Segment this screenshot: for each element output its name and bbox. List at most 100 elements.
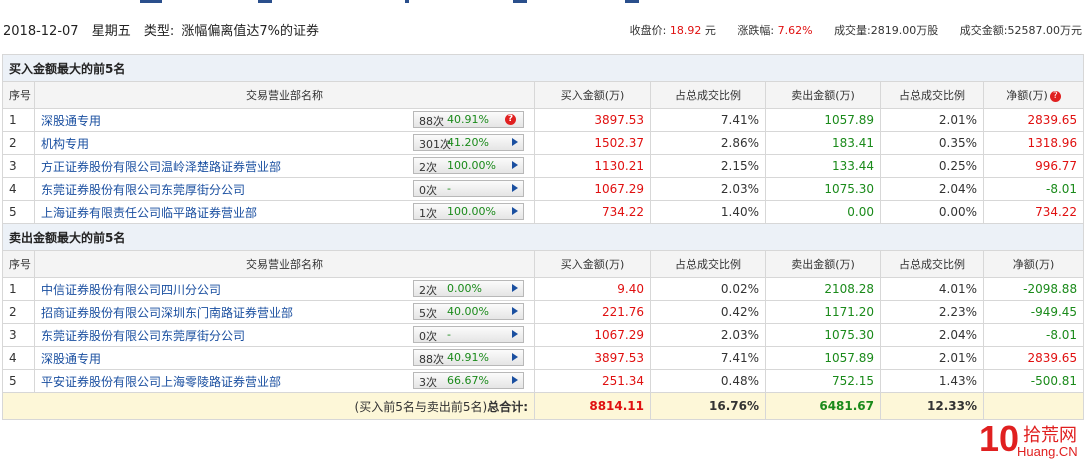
volume-label: 成交量: xyxy=(834,24,871,37)
win-rate: 0.00% xyxy=(447,282,482,295)
column-header: 买入金额(万) xyxy=(534,81,651,109)
broker-stats-badge[interactable]: 88次 40.91% xyxy=(413,349,524,366)
close-price: 收盘价: 18.92 元 xyxy=(630,24,716,37)
column-header: 占总成交比例 xyxy=(650,81,766,109)
broker-name-link[interactable]: 中信证券股份有限公司四川分公司 xyxy=(41,283,221,297)
net-amount: 2839.65 xyxy=(982,108,1085,132)
win-rate: 40.91% xyxy=(447,351,489,364)
close-price-value: 18.92 xyxy=(669,24,702,37)
sell-ratio: 0.00% xyxy=(880,200,984,224)
table-row[interactable]: 5 平安证券股份有限公司上海零陵路证券营业部 3次 66.67% 251.34 0.48%… xyxy=(2,369,1085,393)
sell-ratio: 4.01% xyxy=(880,277,984,301)
arrow-right-icon[interactable] xyxy=(512,307,518,315)
arrow-right-icon[interactable] xyxy=(512,161,518,169)
broker-name-link[interactable]: 平安证券股份有限公司上海零陵路证券营业部 xyxy=(41,375,281,389)
buy-ratio: 0.48% xyxy=(650,369,766,393)
broker-name-link[interactable]: 方正证券股份有限公司温岭泽楚路证券营业部 xyxy=(41,160,281,174)
top-tick xyxy=(513,0,527,3)
sell-amount: 0.00 xyxy=(765,200,881,224)
logo-number: 10 xyxy=(979,418,1020,459)
table-row[interactable]: 3 方正证券股份有限公司温岭泽楚路证券营业部 2次 100.00% 1130.21 2.1… xyxy=(2,154,1085,178)
table-row[interactable]: 5 上海证券有限责任公司临平路证券营业部 1次 100.00% 734.22 1.40% 0… xyxy=(2,200,1085,224)
arrow-right-icon[interactable] xyxy=(512,184,518,192)
appearance-count: 1次 xyxy=(419,207,437,220)
broker-name-cell: 平安证券股份有限公司上海零陵路证券营业部 3次 66.67% xyxy=(34,369,535,393)
broker-stats-badge[interactable]: 3次 66.67% xyxy=(413,372,524,389)
broker-name-link[interactable]: 东莞证券股份有限公司东莞厚街分公司 xyxy=(41,183,245,197)
broker-stats-badge[interactable]: 88次 40.91%? xyxy=(413,111,524,128)
change-pct-value: 7.62% xyxy=(777,24,813,37)
appearance-count: 0次 xyxy=(419,330,437,343)
arrow-right-icon[interactable] xyxy=(512,376,518,384)
appearance-count: 5次 xyxy=(419,307,437,320)
broker-name-cell: 机构专用 301次 41.20% xyxy=(34,131,535,155)
broker-name-cell: 方正证券股份有限公司温岭泽楚路证券营业部 2次 100.00% xyxy=(34,154,535,178)
trade-date: 2018-12-07 xyxy=(3,24,79,39)
buy-amount: 251.34 xyxy=(534,369,651,393)
header-left: 2018-12-07 星期五 类型: 涨幅偏离值达7%的证券 xyxy=(3,20,328,39)
row-index: 2 xyxy=(2,300,35,324)
appearance-count: 88次 xyxy=(419,353,444,366)
column-header: 占总成交比例 xyxy=(650,250,766,278)
net-amount: 1318.96 xyxy=(982,131,1085,155)
sell-ratio: 2.01% xyxy=(880,108,984,132)
broker-stats-badge[interactable]: 2次 100.00% xyxy=(413,157,524,174)
total-row: (买入前5名与卖出前5名)总合计: 8814.11 16.76% 6481.67 12.… xyxy=(2,392,1085,420)
broker-stats-badge[interactable]: 2次 0.00% xyxy=(413,280,524,297)
table-row[interactable]: 2 机构专用 301次 41.20% 1502.37 2.86% 183.41 0.35% 13… xyxy=(2,131,1085,155)
broker-name-cell: 东莞证券股份有限公司东莞厚街分公司 0次 - xyxy=(34,177,535,201)
arrow-right-icon[interactable] xyxy=(512,353,518,361)
sell-amount: 1075.30 xyxy=(765,323,881,347)
buy-amount: 3897.53 xyxy=(534,346,651,370)
broker-name-cell: 上海证券有限责任公司临平路证券营业部 1次 100.00% xyxy=(34,200,535,224)
table-row[interactable]: 1 中信证券股份有限公司四川分公司 2次 0.00% 9.40 0.02% 2108.28 4… xyxy=(2,277,1085,301)
broker-stats-badge[interactable]: 0次 - xyxy=(413,326,524,343)
win-rate: - xyxy=(447,182,451,195)
broker-stats-badge[interactable]: 0次 - xyxy=(413,180,524,197)
broker-stats-badge[interactable]: 5次 40.00% xyxy=(413,303,524,320)
table-row[interactable]: 3 东莞证券股份有限公司东莞厚街分公司 0次 - 1067.29 2.03% 1075.30… xyxy=(2,323,1085,347)
broker-name-link[interactable]: 机构专用 xyxy=(41,137,89,151)
buy-ratio: 2.86% xyxy=(650,131,766,155)
buy-amount: 1502.37 xyxy=(534,131,651,155)
row-index: 4 xyxy=(2,177,35,201)
broker-name-link[interactable]: 东莞证券股份有限公司东莞厚街分公司 xyxy=(41,329,245,343)
arrow-right-icon[interactable] xyxy=(512,330,518,338)
row-index: 3 xyxy=(2,154,35,178)
broker-name-link[interactable]: 深股通专用 xyxy=(41,114,101,128)
broker-name-link[interactable]: 上海证券有限责任公司临平路证券营业部 xyxy=(41,206,257,220)
win-rate: 66.67% xyxy=(447,374,489,387)
sell-ratio: 1.43% xyxy=(880,369,984,393)
row-index: 3 xyxy=(2,323,35,347)
table-row[interactable]: 1 深股通专用 88次 40.91%? 3897.53 7.41% 1057.89 2.01%… xyxy=(2,108,1085,132)
help-icon[interactable]: ? xyxy=(1049,90,1061,102)
column-header-row: 序号 交易营业部名称 买入金额(万) 占总成交比例 卖出金额(万) 占总成交比例 净额(万)… xyxy=(2,81,1085,109)
net-amount: -2098.88 xyxy=(982,277,1085,301)
table-row[interactable]: 2 招商证券股份有限公司深圳东门南路证券营业部 5次 40.00% 221.76 0.42… xyxy=(2,300,1085,324)
win-rate: - xyxy=(447,328,451,341)
row-index: 5 xyxy=(2,369,35,393)
arrow-right-icon[interactable] xyxy=(512,138,518,146)
column-header: 交易营业部名称 xyxy=(34,250,535,278)
question-icon[interactable]: ? xyxy=(505,114,516,125)
amount-label: 成交金额: xyxy=(959,24,1008,37)
sell-amount: 183.41 xyxy=(765,131,881,155)
volume-value: 2819.00万股 xyxy=(870,24,939,37)
arrow-right-icon[interactable] xyxy=(512,284,518,292)
amount: 成交金额:52587.00万元 xyxy=(960,24,1082,37)
broker-stats-badge[interactable]: 301次 41.20% xyxy=(413,134,524,151)
broker-name-link[interactable]: 招商证券股份有限公司深圳东门南路证券营业部 xyxy=(41,306,293,320)
broker-stats-badge[interactable]: 1次 100.00% xyxy=(413,203,524,220)
sell-amount: 2108.28 xyxy=(765,277,881,301)
broker-name-link[interactable]: 深股通专用 xyxy=(41,352,101,366)
row-index: 1 xyxy=(2,277,35,301)
section-title: 卖出金额最大的前5名 xyxy=(1,223,1085,251)
buy-ratio: 2.03% xyxy=(650,177,766,201)
top-tick xyxy=(258,0,272,3)
arrow-right-icon[interactable] xyxy=(512,207,518,215)
row-index: 1 xyxy=(2,108,35,132)
column-header-label: 净额(万) xyxy=(1006,89,1048,102)
table-row[interactable]: 4 东莞证券股份有限公司东莞厚街分公司 0次 - 1067.29 2.03% 1075.30… xyxy=(2,177,1085,201)
table-row[interactable]: 4 深股通专用 88次 40.91% 3897.53 7.41% 1057.89 2.01% 2… xyxy=(2,346,1085,370)
column-header: 净额(万)? xyxy=(982,81,1085,109)
